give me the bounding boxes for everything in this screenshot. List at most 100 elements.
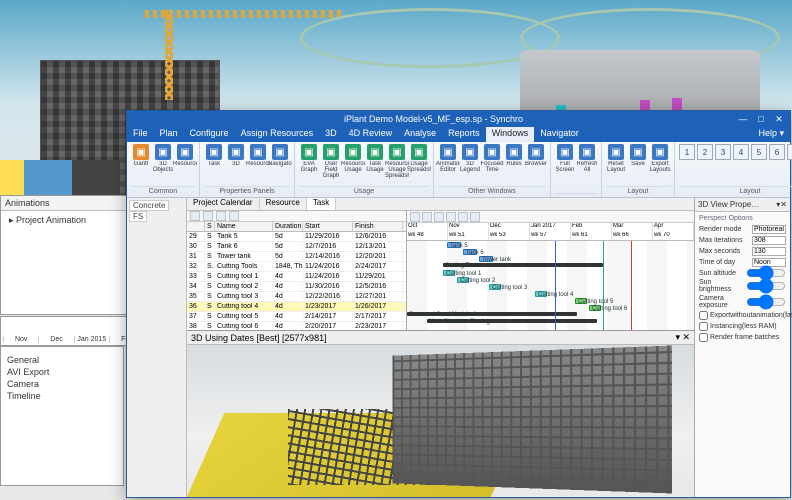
sun-bri-slider[interactable] [746,282,786,290]
task-row[interactable]: 31STower tank5d12/14/201612/20/201 [187,252,406,262]
gantt-bar[interactable]: Cutting Tools [443,263,603,267]
gantt-chart[interactable]: OctNovDecJan 2017FebMarApr wk 48wk 51wk … [407,211,694,330]
gantt-bar[interactable]: Tower tank [479,256,493,262]
chk-export-noanim[interactable] [699,311,708,320]
col-header[interactable]: Start [303,222,353,231]
menu-plan[interactable]: Plan [154,127,184,142]
toolbar-button[interactable] [446,212,456,222]
close-icon[interactable]: ▾✕ [776,200,787,209]
menu-navigator[interactable]: Navigator [534,127,585,142]
gantt-bar[interactable]: Tank 5 [447,242,461,248]
focused-time-icon[interactable]: ▣Focused Time [482,144,502,186]
objects-3d-icon[interactable]: ▣3D Objects [153,144,173,186]
chk-batches[interactable] [699,333,708,342]
time-marker[interactable] [603,241,604,330]
toolbar-button[interactable] [422,212,432,222]
task-props-icon[interactable]: ▣Task [204,144,224,186]
menu-reports[interactable]: Reports [442,127,486,142]
task-row[interactable]: 37SCutting tool 54d2/14/20172/17/2017 [187,312,406,322]
menu-3d[interactable]: 3D [319,127,343,142]
animation-item[interactable]: Project Animation [16,215,86,225]
doc-tab-task[interactable]: Task [307,198,336,210]
task-usage-icon[interactable]: ▣Task Usage [365,144,385,186]
gantt-bar[interactable]: Tank 6 [463,249,477,255]
toolbar-button[interactable] [203,211,213,221]
toolbar-button[interactable] [410,212,420,222]
max-iter-field[interactable] [752,236,786,245]
animation-editor-icon[interactable]: ▣Animation Editor [438,144,458,186]
render-mode-field[interactable] [752,225,786,234]
layout-preset-1[interactable]: 1 [679,144,695,160]
max-sec-field[interactable] [752,247,786,256]
panel-pin-icon[interactable]: ▾ ✕ [675,332,690,343]
toolbar-button[interactable] [216,211,226,221]
usage-spread-icon[interactable]: ▣Usage Spreadsheet [409,144,429,186]
browser-icon[interactable]: ▣Browser [526,144,546,186]
menu-configure[interactable]: Configure [184,127,235,142]
layout-preset-6[interactable]: 6 [769,144,785,160]
gantt-bar[interactable]: Main Structure Closing [427,319,597,323]
export-layouts-icon[interactable]: ▣Export Layouts [650,144,670,186]
gantt-bar[interactable]: Cutting tool 2 [457,277,469,283]
layout-preset-3[interactable]: 3 [715,144,731,160]
task-row[interactable]: 36SCutting tool 44d1/23/20171/26/2017 [187,302,406,312]
time-marker[interactable] [555,241,556,330]
strip-tab-fs[interactable]: FS [129,211,147,222]
gantt-bar[interactable]: Cutting tool 1 [443,270,455,276]
resource-props-icon[interactable]: ▣Resource [248,144,268,186]
rules-icon[interactable]: ▣Rules [504,144,524,186]
col-header[interactable]: Duration [273,222,303,231]
menu-assign-resources[interactable]: Assign Resources [235,127,320,142]
doc-tab-resource[interactable]: Resource [260,198,307,210]
doc-tab-project-calendar[interactable]: Project Calendar [187,198,260,210]
anim-prop-item[interactable]: Camera [7,379,117,389]
strip-tab-concrete[interactable]: Concrete [129,200,169,211]
gantt-bar[interactable]: Cutting tool 5 [575,298,587,304]
menu-4d-review[interactable]: 4D Review [343,127,399,142]
task-row[interactable]: 30STank 65d12/7/201612/13/201 [187,242,406,252]
toolbar-button[interactable] [470,212,480,222]
toolbar-button[interactable] [434,212,444,222]
task-row[interactable]: 35SCutting tool 34d12/22/201612/27/201 [187,292,406,302]
refresh-all-icon[interactable]: ▣Refresh All [577,144,597,193]
col-header[interactable]: S [205,222,215,231]
task-row[interactable]: 32S…Cutting Tools1848, Th11/24/20162/24/… [187,262,406,272]
sun-alt-slider[interactable] [746,269,786,277]
legend-3d-icon[interactable]: ▣3D Legend [460,144,480,186]
task-row[interactable]: 34SCutting tool 24d11/30/201612/5/2016 [187,282,406,292]
menu-analyse[interactable]: Analyse [398,127,442,142]
toolbar-button[interactable] [190,211,200,221]
layout-preset-7[interactable]: 7 [787,144,792,160]
gantt-bar[interactable]: Cutting tool 6 [589,305,601,311]
minimize-icon[interactable]: — [736,114,750,125]
save-layout-icon[interactable]: ▣Save [628,144,648,186]
reset-layout-icon[interactable]: ▣Reset Layout [606,144,626,186]
anim-prop-item[interactable]: General [7,355,117,365]
resource-usage-icon[interactable]: ▣Resource Usage [343,144,363,186]
layout-preset-4[interactable]: 4 [733,144,749,160]
gantt-bar[interactable]: Cutting tool 4 [535,291,547,297]
anim-prop-item[interactable]: AVI Export [7,367,117,377]
view-3d-canvas[interactable] [187,345,694,497]
col-header[interactable] [187,222,205,231]
gantt-icon[interactable]: ▣Gantt [131,144,151,186]
userfield-graph-icon[interactable]: ▣User Field Graph [321,144,341,186]
navigator-props-icon[interactable]: ▣Navigator [270,144,290,186]
object-props-icon[interactable]: ▣3D [226,144,246,186]
eva-graph-icon[interactable]: ▣EVA Graph [299,144,319,186]
resource-icon[interactable]: ▣Resource [175,144,195,186]
toolbar-button[interactable] [458,212,468,222]
menu-windows[interactable]: Windows [486,127,535,142]
time-marker[interactable] [631,241,632,330]
col-header[interactable]: Name [215,222,273,231]
layout-preset-5[interactable]: 5 [751,144,767,160]
anim-prop-item[interactable]: Timeline [7,391,117,401]
layout-preset-2[interactable]: 2 [697,144,713,160]
col-header[interactable]: Finish [353,222,403,231]
gantt-bars-area[interactable]: Tank 5Tank 6Tower tankCutting Tools Cutti… [407,241,694,330]
menu-file[interactable]: File [127,127,154,142]
maximize-icon[interactable]: □ [754,114,768,125]
toolbar-button[interactable] [229,211,239,221]
gantt-bar[interactable]: Cutting tool 3 [489,284,501,290]
menu-help[interactable]: Help ▾ [752,127,790,142]
